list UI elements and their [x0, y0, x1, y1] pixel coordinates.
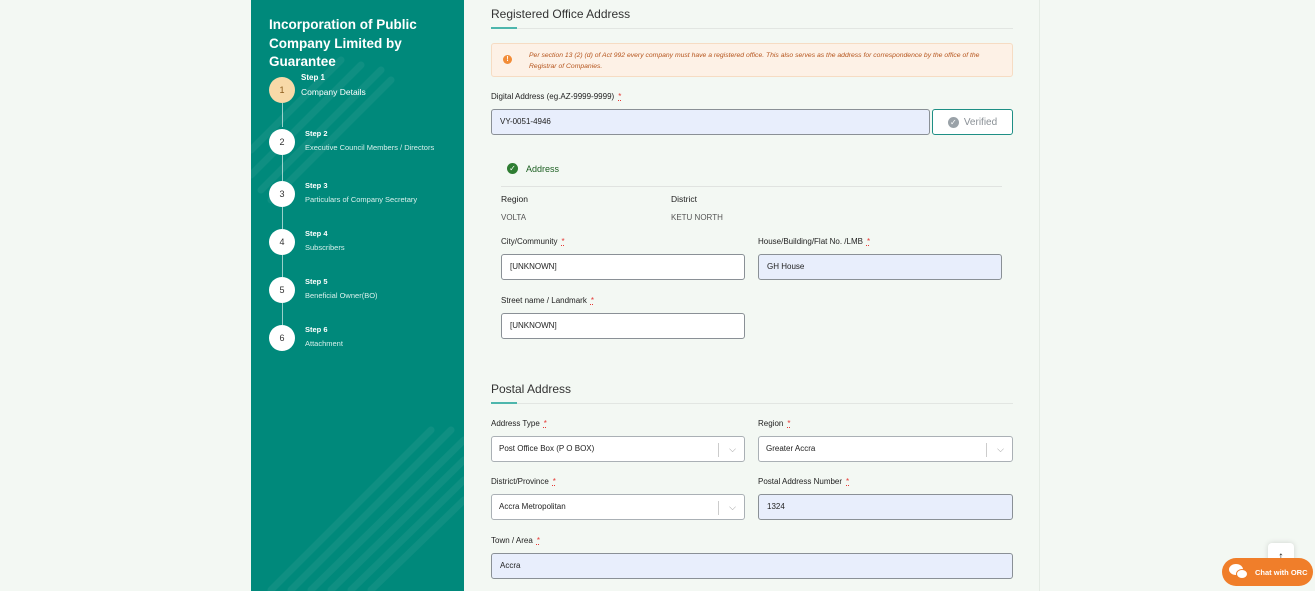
house-input[interactable]: GH House — [758, 254, 1002, 280]
address-type-select[interactable]: Post Office Box (P O BOX) ⌵ — [491, 436, 745, 462]
postal-region-select[interactable]: Greater Accra ⌵ — [758, 436, 1013, 462]
city-input[interactable]: [UNKNOWN] — [501, 254, 745, 280]
check-circle-icon: ✓ — [507, 163, 518, 174]
step-connector — [282, 303, 283, 325]
chevron-down-icon: ⌵ — [729, 502, 736, 512]
verified-label: Verified — [963, 116, 998, 128]
verified-button[interactable]: ✓ Verified — [932, 109, 1013, 135]
step-label: Subscribers — [305, 243, 345, 252]
digital-address-label: Digital Address (eg.AZ-9999-9999) * — [491, 92, 622, 101]
step-connector — [282, 103, 283, 127]
section-divider — [491, 28, 1013, 29]
house-label: House/Building/Flat No. /LMB * — [758, 237, 871, 246]
step-label: Executive Council Members / Directors — [305, 143, 435, 152]
street-label: Street name / Landmark * — [501, 296, 594, 305]
street-input[interactable]: [UNKNOWN] — [501, 313, 745, 339]
step-number-badge: 6 — [269, 325, 295, 351]
town-area-input[interactable]: Accra — [491, 553, 1013, 579]
step-index: Step 6 — [305, 325, 328, 334]
region-value: VOLTA — [501, 213, 527, 222]
step-number-badge: 2 — [269, 129, 295, 155]
district-key: District — [671, 194, 697, 204]
chat-label: Chat with ORC — [1255, 567, 1308, 577]
step-label: Particulars of Company Secretary — [305, 195, 418, 204]
district-value: KETU NORTH — [671, 213, 723, 222]
step-label: Attachment — [305, 339, 343, 348]
step-number-badge: 1 — [269, 77, 295, 103]
step-number-badge: 4 — [269, 229, 295, 255]
exclamation-icon: ! — [503, 55, 512, 64]
select-divider — [718, 443, 719, 457]
step-index: Step 2 — [305, 129, 328, 138]
digital-address-input[interactable]: VY-0051-4946 — [491, 109, 930, 135]
section-accent — [491, 402, 517, 404]
step-list: 1 Step 1 Company Details 2 Step 2 Execut… — [269, 0, 459, 591]
step-index: Step 4 — [305, 229, 328, 238]
registered-office-notice: ! Per section 13 (2) (d) of Act 992 ever… — [491, 43, 1013, 77]
check-circle-icon: ✓ — [947, 116, 959, 128]
postal-address-title: Postal Address — [491, 382, 572, 396]
chat-bubbles-icon — [1229, 564, 1249, 580]
postal-number-label: Postal Address Number * — [758, 477, 850, 486]
content-border — [1039, 0, 1040, 591]
town-area-label: Town / Area * — [491, 536, 540, 545]
district-province-select[interactable]: Accra Metropolitan ⌵ — [491, 494, 745, 520]
step-connector — [282, 255, 283, 277]
region-key: Region — [501, 194, 528, 204]
chevron-down-icon: ⌵ — [729, 444, 736, 454]
address-type-label: Address Type * — [491, 419, 547, 428]
postal-region-label: Region * — [758, 419, 791, 428]
step-number-badge: 3 — [269, 181, 295, 207]
select-divider — [986, 443, 987, 457]
stepper-sidebar: Incorporation of Public Company Limited … — [251, 0, 464, 591]
district-province-label: District/Province * — [491, 477, 556, 486]
chat-button[interactable]: Chat with ORC — [1222, 558, 1313, 586]
city-label: City/Community * — [501, 237, 565, 246]
step-label: Company Details — [301, 87, 366, 97]
step-label: Beneficial Owner(BO) — [305, 291, 378, 300]
address-heading: ✓ Address — [507, 163, 559, 174]
section-accent — [491, 27, 517, 29]
registered-office-title: Registered Office Address — [491, 7, 631, 21]
step-connector — [282, 207, 283, 229]
address-divider — [501, 186, 1002, 187]
step-number-badge: 5 — [269, 277, 295, 303]
step-index: Step 3 — [305, 181, 328, 190]
select-divider — [718, 501, 719, 515]
step-index: Step 1 — [301, 73, 326, 82]
step-connector — [282, 155, 283, 181]
step-index: Step 5 — [305, 277, 328, 286]
address-heading-label: Address — [526, 163, 560, 174]
notice-text: Per section 13 (2) (d) of Act 992 every … — [529, 52, 980, 70]
postal-number-input[interactable]: 1324 — [758, 494, 1013, 520]
chevron-down-icon: ⌵ — [997, 444, 1004, 454]
section-divider — [491, 403, 1013, 404]
